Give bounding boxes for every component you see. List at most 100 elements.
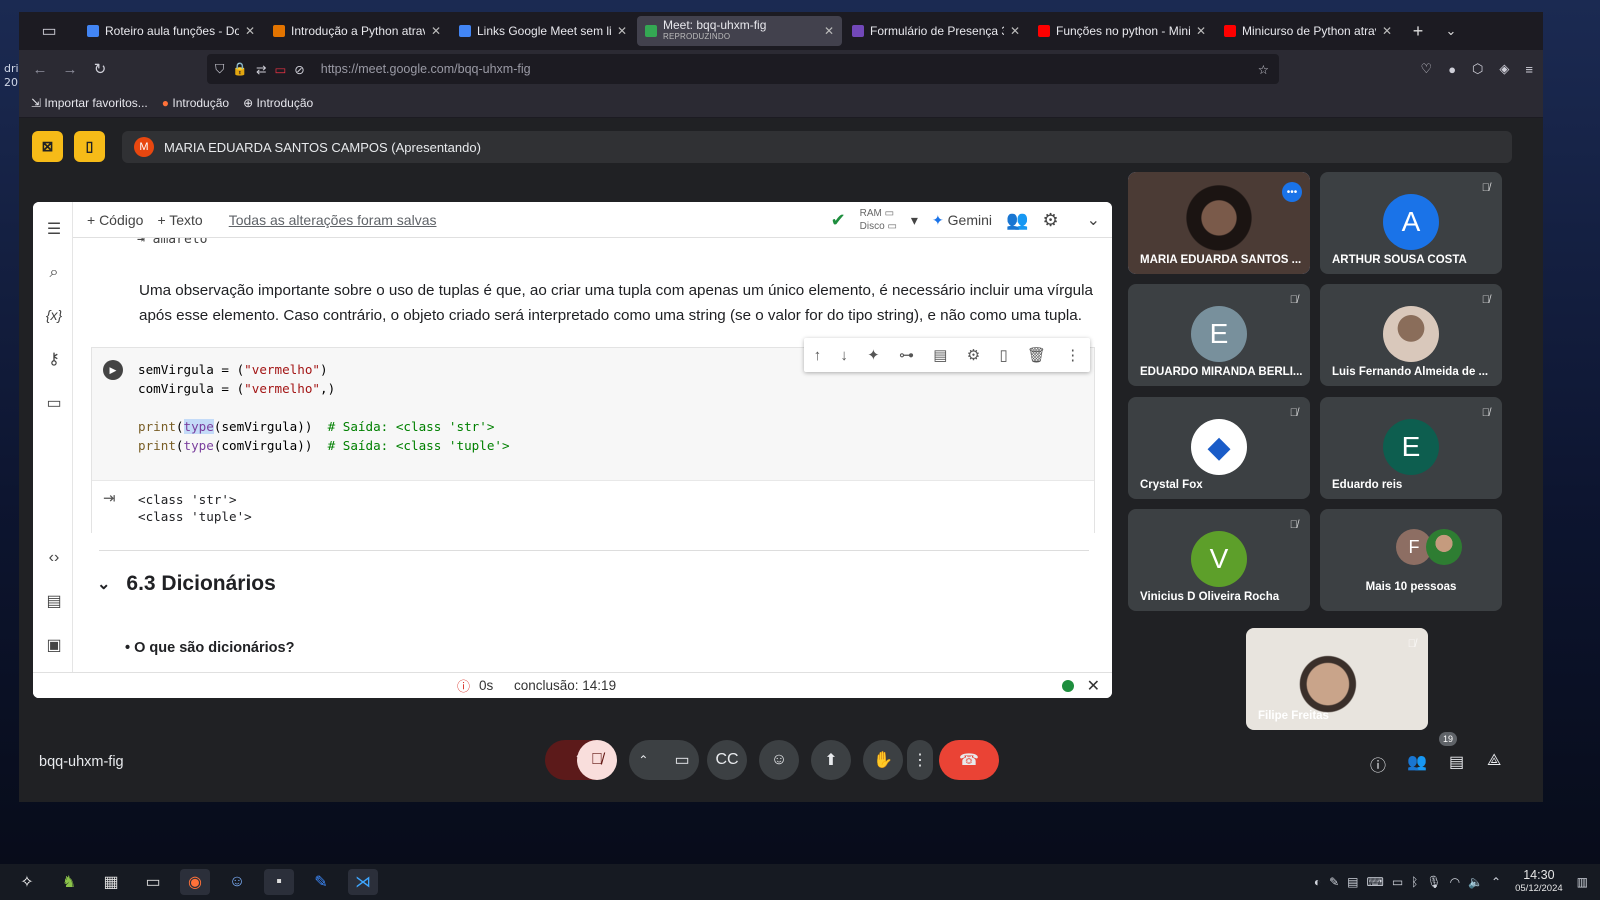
move-down-icon[interactable]: ↓ [840,347,848,364]
tray-expand-icon[interactable]: ⌃ [1491,875,1501,889]
vscode-icon[interactable]: ⋊ [348,869,378,895]
search-icon[interactable]: ⌕ [43,262,65,284]
firefox-icon[interactable]: ◉ [180,869,210,895]
tab-overflow-icon[interactable]: ⌄ [1436,23,1466,39]
browser-tab[interactable]: Links Google Meet sem lim ✕ [451,16,635,46]
browser-tab[interactable]: Meet: bqq-uhxm-fig REPRODUZINDO ✕ [637,16,842,46]
camera-button[interactable]: ⌃ ▭ [629,740,699,780]
add-text-button[interactable]: + Texto [157,212,202,228]
menu-icon[interactable]: ≡ [1525,62,1533,77]
account-icon[interactable]: ● [1448,62,1456,77]
show-desktop-icon[interactable]: ▥ [1577,875,1588,889]
browser-tab[interactable]: Funções no python - Minic ✕ [1030,16,1214,46]
participant-tile[interactable]: A 🎙̸ ARTHUR SOUSA COSTA [1320,172,1502,274]
code-snippets-icon[interactable]: ‹› [43,547,65,569]
tab-list-icon[interactable]: ▭ [19,12,79,50]
collapse-icon[interactable]: ⌄ [1087,210,1100,230]
terminal-icon[interactable]: ▣ [43,634,65,656]
editor-app-icon[interactable]: ✎ [306,869,336,895]
key-icon[interactable]: ⚷ [43,348,65,370]
app-launcher-icon[interactable]: ✧ [12,869,42,895]
participant-tile[interactable]: F Mais 10 pessoas [1320,509,1502,611]
close-tab-icon[interactable]: ✕ [1382,24,1392,38]
activities-icon[interactable]: ⟁ [1487,752,1501,770]
bookmark-import[interactable]: ⇲ Importar favoritos... [31,96,148,110]
close-tab-icon[interactable]: ✕ [824,24,834,38]
chevron-down-icon[interactable]: ⌄ [97,574,110,594]
close-tab-icon[interactable]: ✕ [245,24,255,38]
clock[interactable]: 14:30 05/12/2024 [1515,869,1563,895]
resource-monitor[interactable]: RAM ▭ Disco ▭ [860,207,897,233]
captions-button[interactable]: CC [707,740,747,780]
files-icon[interactable]: ▭ [138,869,168,895]
browser-tab[interactable]: Roteiro aula funções - Doc ✕ [79,16,263,46]
close-tab-icon[interactable]: ✕ [431,24,441,38]
url-bar[interactable]: ⛉ 🔒 ⇄ ▭ ⊘ https://meet.google.com/bqq-uh… [207,54,1279,84]
discover-icon[interactable]: ☺ [222,869,252,895]
clipboard-icon[interactable]: ▤ [1347,875,1358,889]
move-up-icon[interactable]: ↑ [814,347,822,364]
self-video-tile[interactable]: 🎙̸ Filipe Freitas [1246,628,1428,730]
info-icon[interactable]: ⓘ [1370,752,1386,776]
participant-tile[interactable]: E 🎙̸ EDUARDO MIRANDA BERLI... [1128,284,1310,386]
link-icon[interactable]: ⊶ [899,346,914,364]
forward-icon[interactable]: → [55,61,85,78]
people-icon[interactable]: 👥 [1407,752,1427,772]
app-icon[interactable]: ♞ [54,869,84,895]
close-tab-icon[interactable]: ✕ [617,24,627,38]
permissions-icon[interactable]: ⇄ [256,62,266,77]
run-cell-icon[interactable]: ▶ [103,360,123,380]
comment-icon[interactable]: ▤ [933,346,947,364]
pocket-icon[interactable]: ♡ [1421,61,1433,77]
more-options-icon[interactable]: ⋮ [1065,346,1080,364]
share-people-icon[interactable]: 👥 [1006,210,1028,231]
volume-icon[interactable]: 🔈 [1468,875,1483,889]
mirror-cell-icon[interactable]: ▯ [999,346,1007,364]
emoji-button[interactable]: ☺ [759,740,799,780]
close-icon[interactable]: ✕ [1087,676,1100,696]
code-editor[interactable]: semVirgula = ("vermelho") comVirgula = (… [138,360,510,455]
section-heading[interactable]: ⌄ 6.3 Dicionários [97,572,276,596]
extensions-icon[interactable]: ⬡ [1472,61,1483,77]
keyboard-icon[interactable]: ⌨ [1367,875,1384,889]
gemini-button[interactable]: ✦ Gemini [932,212,992,229]
raise-hand-button[interactable]: ✋ [863,740,903,780]
sparkle-icon[interactable]: ✦ [867,346,880,364]
settings-icon[interactable]: ⚙ [1042,210,1058,231]
close-tab-icon[interactable]: ✕ [1196,24,1206,38]
add-code-button[interactable]: + Código [87,212,143,228]
layout-icon[interactable]: ▯ [74,131,105,162]
store-icon[interactable]: ▦ [96,869,126,895]
battery-icon[interactable]: ▭ [1392,875,1403,889]
camera-in-use-icon[interactable]: ▭ [274,62,286,77]
code-cell[interactable]: ▶ semVirgula = ("vermelho") comVirgula =… [91,338,1095,534]
command-palette-icon[interactable]: ▤ [43,590,65,612]
participant-tile[interactable]: V 🎙̸ Vinicius D Oliveira Rocha [1128,509,1310,611]
extension-icon[interactable]: ◈ [1499,61,1509,77]
stop-presenting-icon[interactable]: ⊠ [32,131,63,162]
back-icon[interactable]: ← [25,61,55,78]
tray-app-icon[interactable]: ◐ [1314,875,1321,889]
cell-settings-icon[interactable]: ⚙ [967,346,980,364]
variables-icon[interactable]: {x} [43,304,65,326]
delete-icon[interactable]: 🗑 [1027,346,1046,364]
reload-icon[interactable]: ↻ [85,60,115,78]
microphone-icon[interactable]: 🎙 [1426,875,1441,889]
terminal-app-icon[interactable]: ▪ [264,869,294,895]
close-tab-icon[interactable]: ✕ [1010,24,1020,38]
toc-icon[interactable]: ☰ [43,218,65,240]
browser-tab[interactable]: Minicurso de Python atrav ✕ [1216,16,1400,46]
folder-icon[interactable]: ▭ [43,392,65,414]
wifi-icon[interactable]: ◠ [1450,875,1460,889]
url-text[interactable]: https://meet.google.com/bqq-uhxm-fig [321,62,531,76]
runtime-dropdown-icon[interactable]: ▾ [911,212,918,229]
chevron-up-icon[interactable]: ⌃ [638,753,648,767]
new-tab-button[interactable]: + [1400,21,1436,42]
browser-tab[interactable]: Introdução a Python através✕ [265,16,449,46]
tray-pen-icon[interactable]: ✎ [1329,875,1339,889]
chat-icon[interactable]: ▤ [1449,752,1464,772]
bookmark-introducao-2[interactable]: ⊕ Introdução [243,96,313,110]
mic-off-button[interactable]: 🎙̸ [577,740,617,780]
meeting-code[interactable]: bqq-uhxm-fig [39,754,124,770]
more-options-button[interactable]: ⋮ [907,740,933,780]
